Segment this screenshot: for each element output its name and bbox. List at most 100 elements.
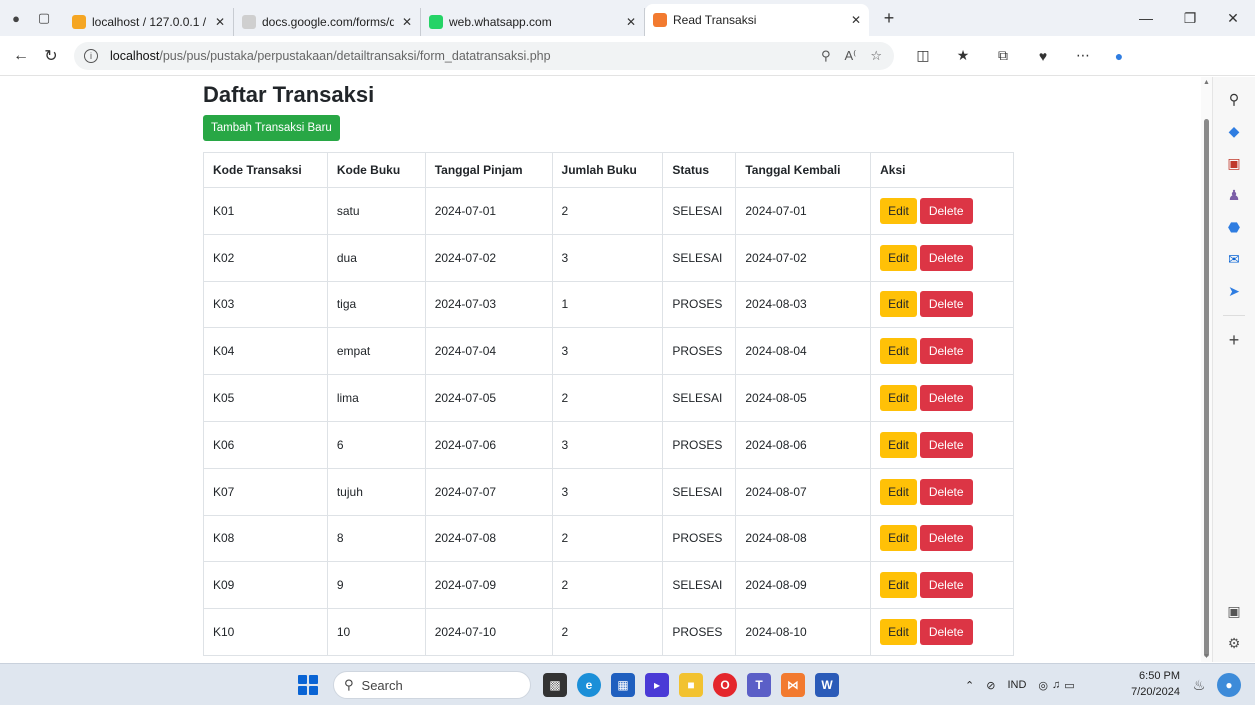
- site-info-icon[interactable]: i: [84, 48, 98, 63]
- browser-tab[interactable]: web.whatsapp.com ✕: [421, 8, 645, 36]
- edit-button[interactable]: Edit: [880, 572, 917, 599]
- table-row: K10 10 2024-07-10 2 PROSES 2024-08-10 Edit Dele…: [203, 608, 1014, 656]
- sidebar-office-icon[interactable]: ⬣: [1221, 214, 1247, 240]
- url-input[interactable]: i localhost/pus/pus/pustaka/perpustakaan…: [74, 41, 894, 70]
- table-cell: K06: [203, 420, 328, 469]
- action-cell: Edit Delete: [870, 327, 1014, 376]
- tab-close-icon[interactable]: ✕: [626, 15, 636, 29]
- profile-icon[interactable]: ●: [4, 6, 28, 30]
- table-cell: K08: [203, 514, 328, 563]
- browser-tab[interactable]: Read Transaksi ✕: [645, 4, 869, 36]
- column-header: Status: [662, 152, 737, 188]
- sidebar-add-icon[interactable]: +: [1221, 327, 1247, 353]
- notification-bell-icon[interactable]: ♨: [1187, 673, 1211, 697]
- favorites-icon[interactable]: ★: [948, 41, 978, 71]
- page-scrollbar[interactable]: ▲ ▼: [1201, 77, 1212, 662]
- tab-close-icon[interactable]: ✕: [215, 15, 225, 29]
- refresh-icon[interactable]: ↻: [36, 41, 66, 71]
- table-row: K06 6 2024-07-06 3 PROSES 2024-08-06 Edit Delet…: [203, 420, 1014, 469]
- delete-button[interactable]: Delete: [919, 431, 973, 458]
- opera-taskbar-icon[interactable]: O: [713, 673, 737, 697]
- table-cell: 2024-07-04: [424, 327, 553, 376]
- add-transaction-button[interactable]: Tambah Transaksi Baru: [203, 115, 340, 141]
- tab-actions-icon[interactable]: ▢: [32, 6, 56, 30]
- sidebar-tools-icon[interactable]: ▣: [1221, 150, 1247, 176]
- delete-button[interactable]: Delete: [919, 525, 973, 552]
- split-screen-icon[interactable]: ◫: [908, 41, 938, 71]
- table-cell: K02: [203, 233, 328, 282]
- edit-button[interactable]: Edit: [880, 431, 917, 458]
- delete-button[interactable]: Delete: [919, 197, 973, 224]
- zoom-icon[interactable]: ⚲: [821, 48, 831, 64]
- delete-button[interactable]: Delete: [919, 478, 973, 505]
- scroll-thumb[interactable]: [1204, 119, 1209, 657]
- favorite-star-icon[interactable]: ☆: [870, 48, 882, 64]
- battery-icon[interactable]: ▭: [1064, 679, 1074, 692]
- back-icon[interactable]: ←: [6, 41, 36, 71]
- table-cell: 6: [326, 420, 426, 469]
- volume-icon[interactable]: ♫: [1052, 679, 1060, 691]
- scroll-up-icon[interactable]: ▲: [1203, 79, 1210, 86]
- file-explorer-icon[interactable]: ■: [679, 673, 703, 697]
- edit-button[interactable]: Edit: [880, 478, 917, 505]
- sidebar-hide-icon[interactable]: ▣: [1221, 598, 1247, 624]
- vscode-taskbar-icon[interactable]: ▸: [645, 673, 669, 697]
- delete-button[interactable]: Delete: [919, 244, 973, 271]
- system-clock[interactable]: 6:50 PM 7/20/2024: [1130, 668, 1180, 700]
- delete-button[interactable]: Delete: [919, 619, 973, 646]
- window-close-icon[interactable]: ✕: [1211, 0, 1255, 36]
- edit-button[interactable]: Edit: [880, 244, 917, 271]
- edit-button[interactable]: Edit: [880, 338, 917, 365]
- delete-button[interactable]: Delete: [919, 572, 973, 599]
- sidebar-outlook-icon[interactable]: ✉: [1221, 246, 1247, 272]
- delete-button[interactable]: Delete: [919, 291, 973, 318]
- windows-start-icon[interactable]: [298, 675, 318, 695]
- restore-icon[interactable]: ❐: [1168, 0, 1212, 36]
- action-cell: Edit Delete: [870, 187, 1014, 235]
- edit-button[interactable]: Edit: [880, 197, 917, 224]
- delete-button[interactable]: Delete: [919, 385, 973, 412]
- collections-icon[interactable]: ⧉: [988, 41, 1018, 71]
- language-indicator[interactable]: IND: [1007, 679, 1026, 691]
- edit-button[interactable]: Edit: [880, 291, 917, 318]
- browser-sidebar: ⚲ ◆ ▣ ♟ ⬣ ✉ ➤ + ▣ ⚙: [1212, 77, 1255, 662]
- scroll-down-icon[interactable]: ▼: [1203, 653, 1210, 660]
- more-menu-icon[interactable]: ⋯: [1068, 41, 1098, 71]
- sidebar-games-icon[interactable]: ♟: [1221, 182, 1247, 208]
- edit-button[interactable]: Edit: [880, 619, 917, 646]
- browser-tab[interactable]: localhost / 127.0.0.1 / pinjam | ph ✕: [64, 8, 234, 36]
- tray-app-icon[interactable]: ⊘: [986, 679, 995, 692]
- sidebar-shopping-icon[interactable]: ◆: [1221, 118, 1247, 144]
- delete-button[interactable]: Delete: [919, 338, 973, 365]
- transaction-table: Kode Transaksi Kode Buku Tanggal Pinjam Jum…: [203, 152, 1014, 656]
- taskbar-search-box[interactable]: ⚲ Search: [333, 671, 531, 699]
- tab-close-icon[interactable]: ✕: [402, 15, 412, 29]
- edit-button[interactable]: Edit: [880, 525, 917, 552]
- action-cell: Edit Delete: [870, 514, 1014, 563]
- task-view-icon[interactable]: ▩: [543, 673, 567, 697]
- table-cell: K09: [203, 561, 328, 610]
- sidebar-search-icon[interactable]: ⚲: [1221, 86, 1247, 112]
- minimize-icon[interactable]: —: [1124, 0, 1168, 36]
- browser-essentials-icon[interactable]: ♥: [1028, 41, 1058, 71]
- read-aloud-icon[interactable]: A⁽: [844, 48, 856, 64]
- teams-taskbar-icon[interactable]: T: [747, 673, 771, 697]
- edit-button[interactable]: Edit: [880, 385, 917, 412]
- column-header: Jumlah Buku: [551, 152, 664, 188]
- sidebar-settings-icon[interactable]: ⚙: [1221, 630, 1247, 656]
- sidebar-send-icon[interactable]: ➤: [1221, 278, 1247, 304]
- copilot-icon[interactable]: ●: [1104, 41, 1134, 71]
- browser-tab[interactable]: docs.google.com/forms/d/1pTNG ✕: [234, 8, 421, 36]
- network-icon[interactable]: ◎: [1038, 679, 1048, 692]
- tray-overflow-icon[interactable]: ⌃: [965, 679, 974, 692]
- tab-favicon-icon: [72, 15, 86, 29]
- copilot-taskbar-icon[interactable]: ●: [1217, 673, 1241, 697]
- word-taskbar-icon[interactable]: W: [815, 673, 839, 697]
- table-cell: 3: [551, 467, 664, 516]
- new-tab-button[interactable]: +: [877, 8, 901, 29]
- edge-taskbar-icon[interactable]: e: [577, 673, 601, 697]
- tab-close-icon[interactable]: ✕: [851, 13, 861, 27]
- table-cell: PROSES: [662, 420, 737, 469]
- xampp-taskbar-icon[interactable]: ⋈: [781, 673, 805, 697]
- store-taskbar-icon[interactable]: ▦: [611, 673, 635, 697]
